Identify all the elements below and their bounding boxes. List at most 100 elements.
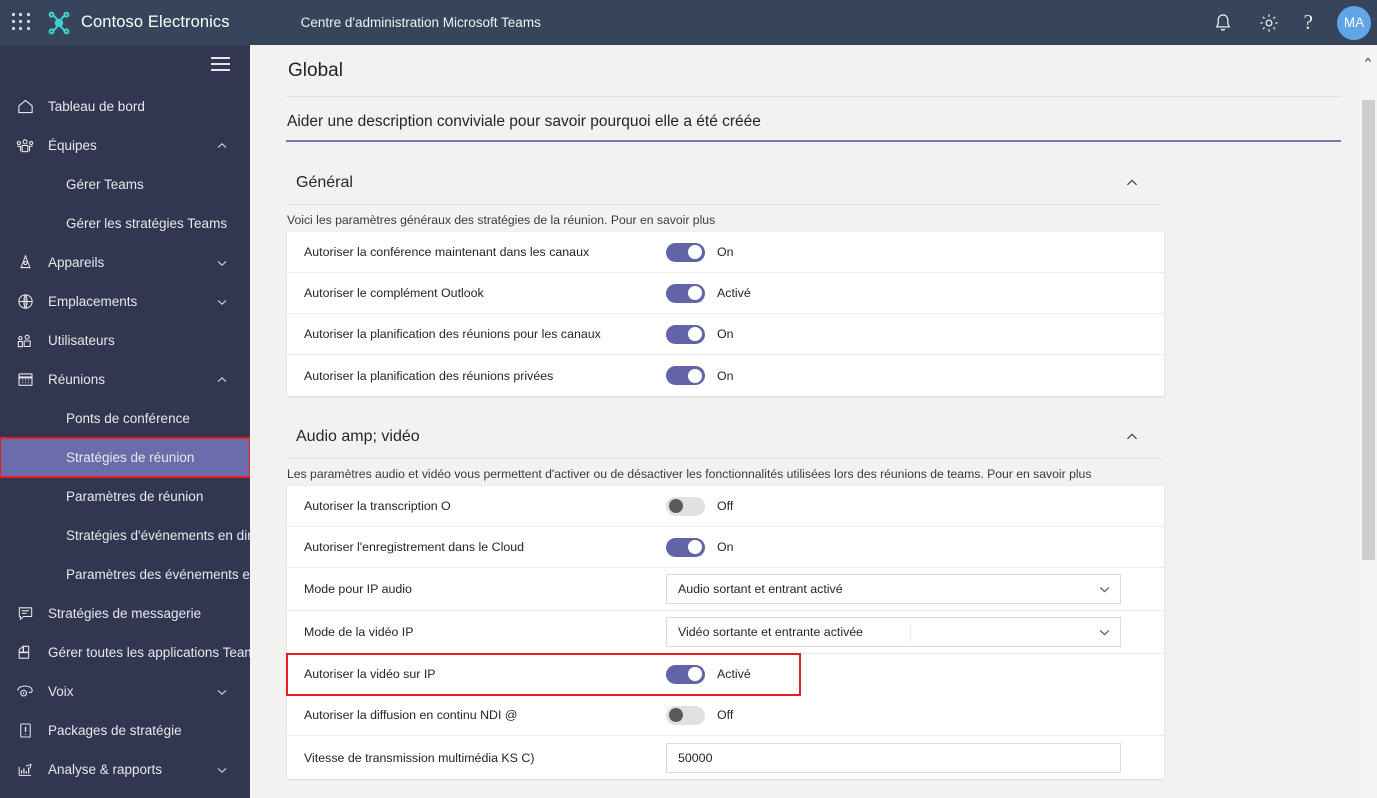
page-title: Global [288,60,343,81]
sidebar-item-org-wide-settings[interactable]: Org-wide settings [0,789,250,798]
chevron-down-icon[interactable] [216,686,228,698]
sidebar-subitem-label: Gérer les stratégies Teams [66,216,228,231]
sidebar-item-manage-teams[interactable]: Gérer Teams [0,165,250,204]
toggle-switch[interactable] [666,705,705,725]
sidebar-item-label: Réunions [48,372,106,387]
analytics-chart-icon [14,759,36,781]
chevron-up-icon[interactable] [1125,430,1139,444]
toggle-switch[interactable] [666,664,705,684]
chevron-up-icon[interactable] [1125,176,1139,190]
section-description: Voici les paramètres généraux des straté… [287,213,716,227]
toggle-state-label: On [717,540,734,554]
app-launcher-icon[interactable] [12,12,32,33]
setting-label: Mode de la vidéo IP [304,625,414,639]
audio-ip-mode-select[interactable]: Audio sortant et entrant activé [666,574,1121,604]
hamburger-menu-icon[interactable] [0,45,250,83]
sidebar-item-label: Utilisateurs [48,333,115,348]
section-audio-video-header[interactable]: Audio amp; vidéo [286,428,1163,446]
section-general: Général Voici les paramètres généraux de… [286,174,1164,396]
help-icon[interactable]: ? [1304,12,1313,33]
policy-package-icon [14,720,36,742]
phone-icon [14,681,36,703]
sidebar-item-live-event-settings[interactable]: Paramètres des événements en direct [0,555,250,594]
sidebar-item-manage-apps[interactable]: Gérer toutes les applications Teams [0,633,250,672]
setting-row: Mode pour IP audio Audio sortant et entr… [287,568,1164,611]
sidebar-item-meeting-policies[interactable]: Stratégies de réunion [0,437,250,478]
media-bitrate-input[interactable]: 50000 [666,742,1121,773]
sidebar-item-locations[interactable]: Emplacements [0,282,250,321]
sidebar-item-label: Appareils [48,255,105,270]
policy-description-text[interactable]: Aider une description conviviale pour sa… [286,113,1341,140]
section-title: Général [296,174,353,191]
sidebar-item-messaging-policies[interactable]: Stratégies de messagerie [0,594,250,633]
sidebar-item-teams-policies[interactable]: Gérer les stratégies Teams [0,204,250,243]
sidebar-item-devices[interactable]: Appareils [0,243,250,282]
setting-row: Autoriser la transcription O Off [287,486,1164,527]
sidebar-item-teams[interactable]: Équipes [0,126,250,165]
toggle-switch[interactable] [666,242,705,262]
sidebar-item-dashboard[interactable]: Tableau de bord [0,87,250,126]
globe-icon [14,291,36,313]
chevron-up-icon[interactable] [216,140,228,152]
toggle-switch[interactable] [666,537,705,557]
sidebar-item-live-event-policies[interactable]: Stratégies d'événements en direct [0,516,250,555]
policy-description-field[interactable]: Aider une description conviviale pour sa… [286,113,1341,142]
sidebar-item-conference-bridges[interactable]: Ponts de conférence [0,399,250,438]
sidebar-item-policy-packages[interactable]: Packages de stratégie [0,711,250,750]
sidebar-item-label: Tableau de bord [48,99,145,114]
toggle-switch[interactable] [666,324,705,344]
sidebar-subitem-label: Stratégies de réunion [66,450,195,465]
sidebar-item-label: Stratégies de messagerie [48,606,202,621]
toggle-switch[interactable] [666,366,705,385]
toggle-state-label: Off [717,499,734,513]
select-inner-divider [910,624,911,642]
section-description: Les paramètres audio et vidéo vous perme… [287,467,1092,481]
notification-bell-icon[interactable] [1212,12,1234,34]
setting-label: Autoriser la diffusion en continu NDI @ [304,708,518,722]
settings-gear-icon[interactable] [1258,12,1280,34]
toggle-state-label: Activé [717,667,751,681]
avatar[interactable]: MA [1337,5,1371,40]
title-divider [286,96,1341,97]
section-divider [286,458,1163,459]
video-ip-mode-select[interactable]: Vidéo sortante et entrante activée [666,617,1121,647]
vertical-scroll-thumb[interactable] [1362,100,1375,560]
devices-icon [14,252,36,274]
top-bar: Contoso Electronics Centre d'administrat… [0,0,1377,45]
setting-row: Mode de la vidéo IP Vidéo sortante et en… [287,611,1164,654]
toggle-switch[interactable] [666,496,705,516]
sidebar-item-voice[interactable]: Voix [0,672,250,711]
toggle-switch[interactable] [666,283,705,303]
setting-label: Autoriser la planification des réunions … [304,327,601,341]
scroll-up-arrow-icon[interactable] [1364,51,1372,62]
sidebar-item-label: Voix [48,684,74,699]
toggle-knob [688,540,702,554]
section-audio-video: Audio amp; vidéo Les paramètres audio et… [286,428,1164,779]
sidebar-item-meetings[interactable]: Réunions [0,360,250,399]
chevron-up-icon[interactable] [216,374,228,386]
sidebar-item-analytics-reports[interactable]: Analyse & rapports [0,750,250,789]
policy-description-underline [286,140,1341,142]
setting-label: Autoriser la vidéo sur IP [304,667,436,681]
sidebar-subitem-label: Paramètres de réunion [66,489,204,504]
input-value: 50000 [678,750,713,765]
calendar-icon [14,369,36,391]
sidebar-subitem-label: Gérer Teams [66,177,144,192]
settings-card-general: Autoriser la conférence maintenant dans … [287,232,1164,396]
top-bar-actions: ? MA [1212,5,1377,40]
chevron-down-icon[interactable] [1098,583,1110,595]
chevron-down-icon[interactable] [216,296,228,308]
setting-row: Autoriser le complément Outlook Activé [287,273,1164,314]
chevron-down-icon[interactable] [216,257,228,269]
message-icon [14,603,36,625]
chevron-down-icon[interactable] [216,764,228,776]
chevron-down-icon[interactable] [1098,626,1110,638]
section-divider [286,204,1163,205]
sidebar-item-label: Équipes [48,138,97,153]
sidebar-item-meeting-settings[interactable]: Paramètres de réunion [0,477,250,516]
vertical-scrollbar[interactable] [1360,45,1377,798]
sidebar-item-users[interactable]: Utilisateurs [0,321,250,360]
toggle-knob [688,327,702,341]
section-general-header[interactable]: Général [286,174,1163,192]
select-value: Audio sortant et entrant activé [678,582,843,596]
